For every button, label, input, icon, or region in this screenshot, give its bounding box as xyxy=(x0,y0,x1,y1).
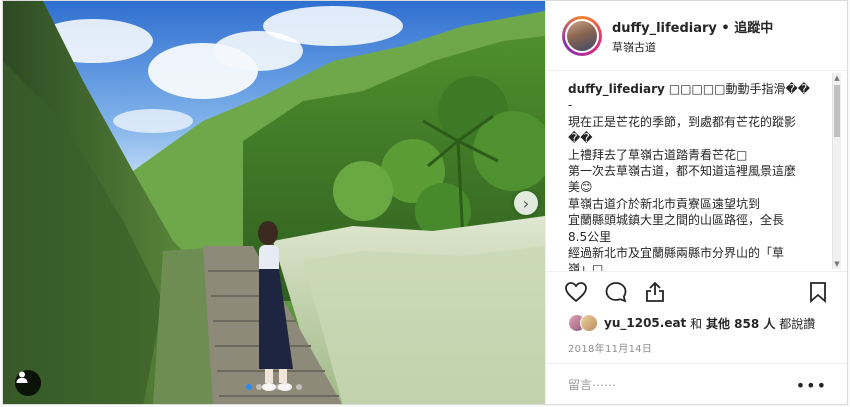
comment-icon[interactable] xyxy=(604,281,628,303)
post-side-panel: duffy_lifediary • 追蹤中 草嶺古道 duffy_lifedia… xyxy=(545,1,847,404)
avatar[interactable] xyxy=(565,18,599,53)
caption-line: - xyxy=(568,98,573,113)
carousel-indicator xyxy=(3,384,545,390)
likes-and: 和 xyxy=(690,316,703,331)
tagged-users-button[interactable] xyxy=(15,370,41,396)
caption-text: □□□□□動動手指滑�� xyxy=(668,82,811,96)
post-photo[interactable]: › xyxy=(3,1,545,404)
scroll-down-icon[interactable]: ▼ xyxy=(833,259,841,269)
caption-line: 美😊 xyxy=(568,180,593,195)
likes-count[interactable]: 其他 858 人 xyxy=(706,315,775,332)
post-modal: › duffy_lifediary • 追蹤中 草嶺古道 duffy_lifed… xyxy=(2,0,848,405)
comment-input[interactable]: 留言⋯⋯ ••• xyxy=(546,363,847,404)
caption-line: 第一次去草嶺古道，都不知道這裡風景這麼 xyxy=(568,164,797,179)
carousel-dot xyxy=(266,384,272,390)
caption-line: 宜蘭縣頭城鎮大里之間的山區路徑，全長 xyxy=(568,213,785,228)
location-link[interactable]: 草嶺古道 xyxy=(612,39,773,55)
caption-line: 現在正是芒花的季節，到處都有芒花的蹤影 xyxy=(568,114,797,129)
carousel-dot xyxy=(296,384,302,390)
caption-line: 8.5公里 xyxy=(568,229,612,244)
next-photo-button[interactable]: › xyxy=(514,191,538,215)
caption-line: 嶺」□ xyxy=(568,262,604,271)
caption-line: �� xyxy=(568,131,593,146)
likes-suffix: 都說讚 xyxy=(779,316,816,331)
liker-avatars[interactable] xyxy=(568,314,598,332)
likes-summary: yu_1205.eat 和 其他 858 人 都說讚 xyxy=(546,312,847,334)
caption-line: 經過新北市及宜蘭縣兩縣市分界山的「草 xyxy=(568,246,785,261)
carousel-dot xyxy=(246,384,252,390)
caption: duffy_lifediary □□□□□動動手指滑�� - 現在正是芒花的季節，到… xyxy=(546,71,847,271)
scrollbar-thumb[interactable] xyxy=(834,85,840,137)
action-bar xyxy=(546,271,847,312)
caption-line: 草嶺古道介於新北市貢寮區遠望坑到 xyxy=(568,196,761,211)
chevron-right-icon: › xyxy=(522,193,530,213)
caption-username[interactable]: duffy_lifediary xyxy=(568,82,665,96)
user-tag-icon xyxy=(16,371,28,383)
landscape-photo xyxy=(3,1,545,404)
heart-icon[interactable] xyxy=(564,281,588,303)
carousel-dot xyxy=(286,384,292,390)
comment-placeholder[interactable]: 留言⋯⋯ xyxy=(568,376,616,393)
post-date[interactable]: 2018年11月14日 xyxy=(546,334,847,355)
liker-username[interactable]: yu_1205.eat xyxy=(604,316,686,330)
caption-line: 上禮拜去了草嶺古道踏青看芒花□ xyxy=(568,147,748,162)
carousel-dot xyxy=(256,384,262,390)
caption-line: duffy_lifediary □□□□□動動手指滑�� xyxy=(568,81,821,97)
header-text: duffy_lifediary • 追蹤中 草嶺古道 xyxy=(612,17,773,55)
follow-button[interactable]: 追蹤中 xyxy=(734,21,773,36)
separator-dot: • xyxy=(721,20,730,36)
username-link[interactable]: duffy_lifediary xyxy=(612,21,717,36)
carousel-dot xyxy=(276,384,282,390)
caption-scrollbar[interactable]: ▲ ▼ xyxy=(832,73,841,269)
post-header: duffy_lifediary • 追蹤中 草嶺古道 xyxy=(546,1,847,71)
scroll-up-icon[interactable]: ▲ xyxy=(833,73,841,83)
share-icon[interactable] xyxy=(644,281,666,303)
avatar xyxy=(580,314,598,332)
bookmark-icon[interactable] xyxy=(809,281,827,303)
story-ring[interactable] xyxy=(562,15,602,56)
more-options-icon[interactable]: ••• xyxy=(796,376,827,395)
